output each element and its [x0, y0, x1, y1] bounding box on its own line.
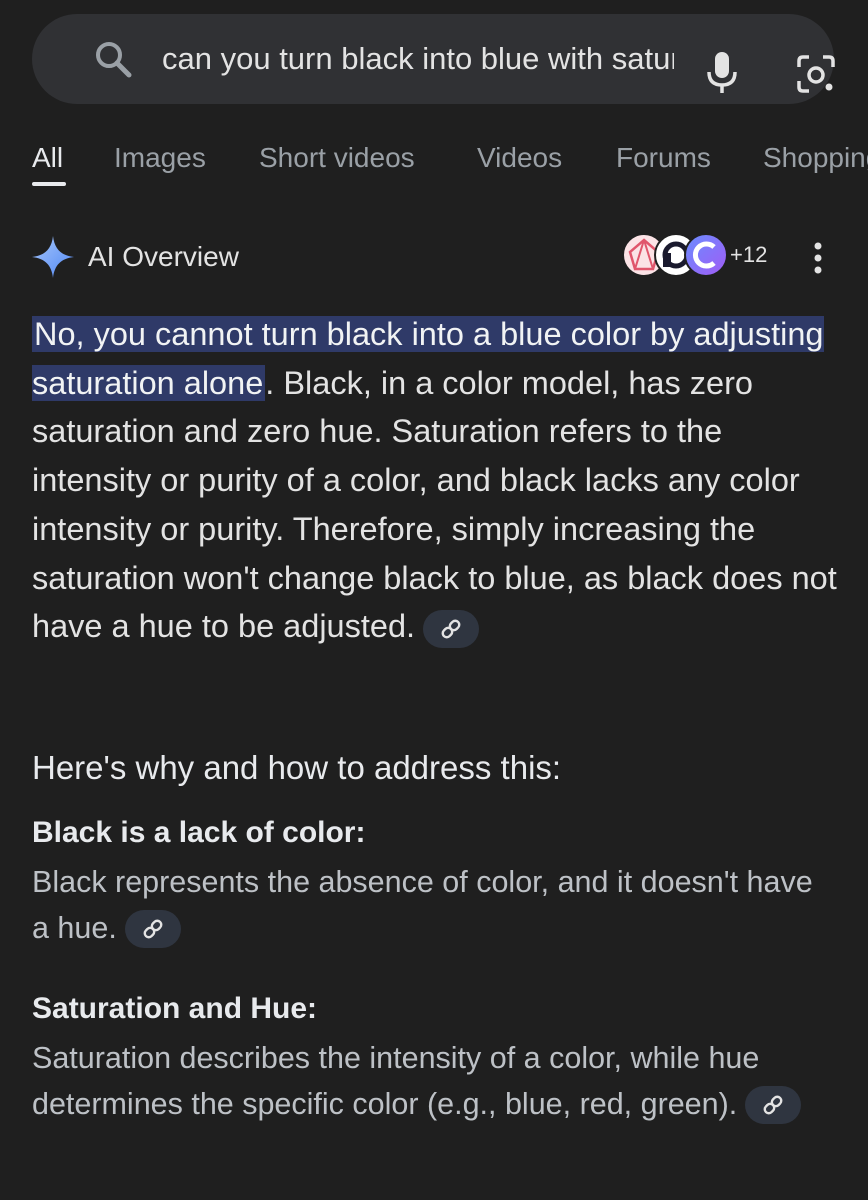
section-title: Saturation and Hue:	[32, 992, 318, 1025]
tab-shopping[interactable]: Shopping	[763, 130, 868, 186]
tab-all[interactable]: All	[32, 130, 63, 186]
source-favicons[interactable]	[622, 233, 728, 281]
section-text: Saturation describes the intensity of a …	[32, 1036, 832, 1127]
more-options-icon[interactable]	[808, 238, 828, 278]
search-bar[interactable]: can you turn black into blue with satura…	[32, 14, 836, 104]
ai-overview-summary: No, you cannot turn black into a blue co…	[32, 310, 842, 651]
link-icon	[763, 1095, 783, 1115]
lens-camera-icon[interactable]	[796, 54, 836, 94]
source-link-button[interactable]	[423, 609, 480, 648]
source-favicon[interactable]	[684, 233, 728, 277]
tab-images[interactable]: Images	[114, 130, 206, 186]
search-icon[interactable]	[92, 38, 136, 82]
source-link-button[interactable]	[124, 910, 181, 949]
section-title: Black is a lack of color:	[32, 816, 366, 849]
link-icon	[143, 919, 163, 939]
summary-text: . Black, in a color model, has zero satu…	[32, 364, 837, 645]
section-heading: Here's why and how to address this:	[32, 749, 562, 786]
search-tabs: All Images Short videos Videos Forums Sh…	[0, 130, 868, 190]
tab-videos[interactable]: Videos	[477, 130, 562, 186]
active-tab-indicator	[32, 182, 66, 186]
tab-forums[interactable]: Forums	[616, 130, 711, 186]
link-icon	[441, 619, 461, 639]
ai-overview-title: AI Overview	[88, 241, 239, 272]
search-input[interactable]: can you turn black into blue with satura…	[162, 14, 674, 104]
microphone-icon[interactable]	[706, 52, 738, 94]
ai-overview-header: AI Overview +12	[0, 230, 868, 284]
sparkle-icon	[32, 236, 74, 278]
section-text: Black represents the absence of color, a…	[32, 860, 832, 951]
section-body: Saturation describes the intensity of a …	[32, 1041, 760, 1121]
source-link-button[interactable]	[745, 1086, 802, 1125]
more-sources-count[interactable]: +12	[730, 242, 767, 268]
explanation-section: Black is a lack of color: Black represen…	[32, 812, 832, 951]
tab-short-videos[interactable]: Short videos	[259, 130, 415, 186]
explanation-section: Saturation and Hue: Saturation describes…	[32, 988, 832, 1127]
